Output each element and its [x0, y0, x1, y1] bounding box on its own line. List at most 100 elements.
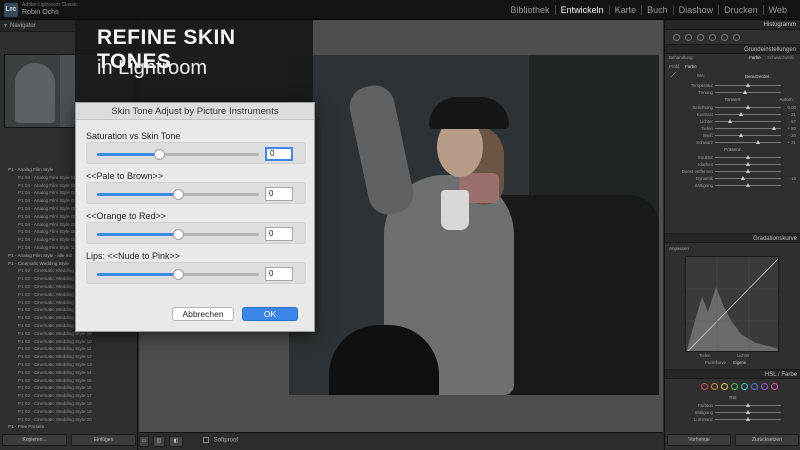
module-tab-bibliothek[interactable]: Bibliothek: [506, 5, 555, 15]
dialog-value-field[interactable]: 0: [265, 227, 293, 241]
color-swatch-icon[interactable]: [711, 383, 718, 390]
slider-track[interactable]: [715, 162, 781, 166]
dialog-slider-thumb[interactable]: [173, 269, 184, 280]
slider-value[interactable]: - 14: [782, 175, 796, 182]
slider-track[interactable]: [715, 140, 781, 144]
tone-curve-header[interactable]: Gradationskurve: [665, 233, 800, 243]
slider-track[interactable]: [715, 417, 781, 421]
dialog-slider-thumb[interactable]: [173, 189, 184, 200]
softproof-toggle[interactable]: Softproof: [203, 437, 238, 444]
color-swatch-icon[interactable]: [741, 383, 748, 390]
before-after-split-icon[interactable]: ◧: [169, 436, 183, 447]
slider-track[interactable]: [715, 105, 781, 109]
slider-track[interactable]: [715, 126, 781, 130]
slider-thumb[interactable]: [743, 90, 748, 94]
preset-item[interactable]: P1 02 - Cinematic Wedding Style 16: [0, 384, 138, 392]
slider-thumb[interactable]: [746, 417, 750, 421]
color-swatch-icon[interactable]: [761, 383, 768, 390]
paste-button[interactable]: Einfügen: [71, 434, 136, 446]
wb-value[interactable]: Benutzerdef.: [745, 74, 771, 79]
basic-header[interactable]: Grundeinstellungen: [665, 44, 800, 54]
brush-icon[interactable]: [733, 33, 740, 41]
slider-thumb[interactable]: [746, 410, 750, 414]
preset-item[interactable]: P1 02 - Cinematic Wedding Style 19: [0, 408, 138, 416]
color-swatch-icon[interactable]: [701, 383, 708, 390]
slider-value[interactable]: 0,00: [782, 104, 796, 111]
dialog-slider-thumb[interactable]: [153, 149, 165, 160]
point-curve-value[interactable]: Eigene: [733, 360, 746, 365]
slider-track[interactable]: [715, 119, 781, 123]
slider-thumb[interactable]: [746, 105, 750, 109]
preset-item[interactable]: P1 02 - Cinematic Wedding Style 10: [0, 338, 138, 346]
preset-item[interactable]: P1 02 - Cinematic Wedding Style 14: [0, 369, 138, 377]
slider-track[interactable]: [715, 83, 781, 87]
dialog-slider-track[interactable]: [97, 189, 259, 200]
dialog-value-field[interactable]: 0: [265, 187, 293, 201]
loupe-view-icon[interactable]: ▭: [139, 436, 149, 447]
previous-button[interactable]: Vorherige: [667, 434, 731, 446]
module-tab-karte[interactable]: Karte: [608, 5, 642, 15]
crop-tool-icon[interactable]: [673, 33, 680, 41]
color-swatch-icon[interactable]: [771, 383, 778, 390]
slider-value[interactable]: + 80: [782, 125, 796, 132]
checkbox-icon[interactable]: [203, 437, 209, 443]
slider-track[interactable]: [715, 155, 781, 159]
color-swatch-icon[interactable]: [721, 383, 728, 390]
dialog-slider-track[interactable]: [97, 229, 259, 240]
slider-track[interactable]: [715, 169, 781, 173]
preset-group[interactable]: P1 - Free Presets: [0, 423, 138, 431]
treatment-bw[interactable]: Schwarzweiß: [767, 55, 794, 60]
main-photo[interactable]: [289, 55, 659, 395]
preset-item[interactable]: P1 02 - Cinematic Wedding Style 18: [0, 400, 138, 408]
color-swatch-icon[interactable]: [731, 383, 738, 390]
slider-thumb[interactable]: [746, 83, 750, 87]
slider-track[interactable]: [715, 183, 781, 187]
module-tab-buch[interactable]: Buch: [641, 5, 673, 15]
red-eye-icon[interactable]: [697, 33, 704, 41]
slider-thumb[interactable]: [727, 119, 732, 123]
slider-thumb[interactable]: [746, 403, 750, 407]
tone-auto-button[interactable]: Autom.: [779, 96, 794, 104]
color-swatch-icon[interactable]: [751, 383, 758, 390]
slider-value[interactable]: - 57: [782, 118, 796, 125]
module-tab-drucken[interactable]: Drucken: [718, 5, 763, 15]
preset-item[interactable]: P1 02 - Cinematic Wedding Style 17: [0, 392, 138, 400]
cancel-button[interactable]: Abbrechen: [172, 307, 234, 321]
slider-thumb[interactable]: [755, 140, 760, 144]
dialog-value-field[interactable]: 0: [265, 147, 293, 161]
slider-thumb[interactable]: [746, 162, 750, 166]
slider-thumb[interactable]: [746, 169, 750, 173]
slider-track[interactable]: [715, 133, 781, 137]
slider-value[interactable]: + 31: [782, 139, 796, 146]
spot-removal-icon[interactable]: [685, 33, 692, 41]
slider-track[interactable]: [715, 90, 781, 94]
ok-button[interactable]: OK: [242, 307, 298, 321]
slider-track[interactable]: [715, 112, 781, 116]
slider-track[interactable]: [715, 403, 781, 407]
profile-value[interactable]: Farbe: [685, 64, 697, 69]
preset-item[interactable]: P1 02 - Cinematic Wedding Style 20: [0, 416, 138, 424]
preset-item[interactable]: P1 02 - Cinematic Wedding Style 12: [0, 353, 138, 361]
slider-thumb[interactable]: [772, 126, 777, 130]
hsl-header[interactable]: HSL / Farbe: [665, 369, 800, 379]
preset-item[interactable]: P1 02 - Cinematic Wedding Style 15: [0, 377, 138, 385]
tone-curve-graph[interactable]: [685, 256, 779, 352]
eyedropper-icon[interactable]: ⟋: [671, 72, 676, 80]
slider-thumb[interactable]: [746, 183, 750, 187]
reset-button[interactable]: Zurücksetzen: [735, 434, 799, 446]
slider-track[interactable]: [715, 410, 781, 414]
slider-thumb[interactable]: [741, 176, 746, 180]
slider-value[interactable]: - 21: [782, 111, 796, 118]
copy-button[interactable]: Kopieren...: [2, 434, 67, 446]
dialog-value-field[interactable]: 0: [265, 267, 293, 281]
dialog-slider-track[interactable]: [97, 149, 259, 160]
module-tab-web[interactable]: Web: [762, 5, 792, 15]
slider-thumb[interactable]: [739, 112, 744, 116]
histogram-header[interactable]: Histogramm: [665, 20, 800, 30]
module-tab-entwickeln[interactable]: Entwickeln: [554, 5, 609, 15]
radial-filter-icon[interactable]: [721, 33, 728, 41]
preset-item[interactable]: P1 02 - Cinematic Wedding Style 13: [0, 361, 138, 369]
dialog-slider-thumb[interactable]: [173, 229, 184, 240]
slider-track[interactable]: [715, 176, 781, 180]
module-tab-diashow[interactable]: Diashow: [672, 5, 719, 15]
